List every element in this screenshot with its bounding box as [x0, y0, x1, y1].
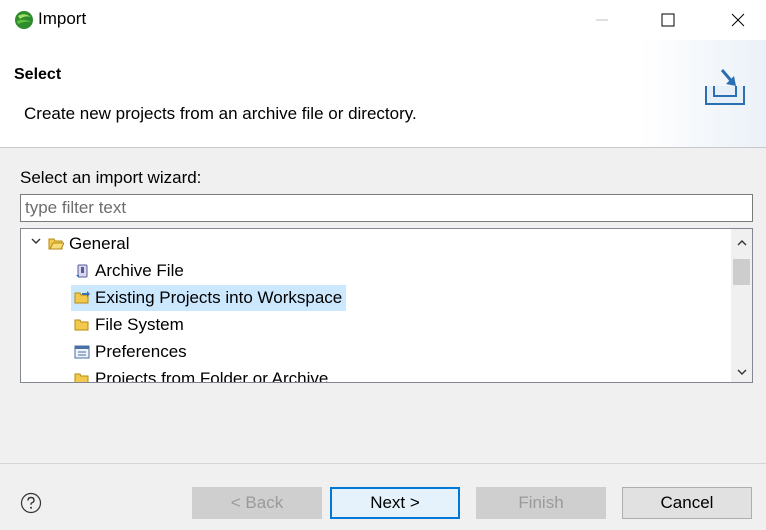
tree-item-label: Existing Projects into Workspace: [95, 288, 343, 307]
minimize-icon: [596, 19, 608, 21]
wizard-header: Select Create new projects from an archi…: [0, 40, 766, 148]
tree-scrollbar[interactable]: [731, 229, 752, 382]
preferences-icon: [73, 343, 91, 361]
wizard-list-label: Select an import wizard:: [20, 168, 202, 187]
chevron-down-icon: [31, 238, 41, 244]
tree-item-preferences[interactable]: Preferences: [73, 339, 187, 365]
help-button[interactable]: [20, 492, 42, 514]
tree-item-label: General: [69, 234, 130, 253]
archive-file-icon: [73, 262, 91, 280]
folder-icon: [73, 316, 91, 334]
finish-button[interactable]: Finish: [476, 487, 606, 519]
project-folder-icon: [73, 289, 91, 307]
title-bar: Import: [0, 0, 766, 40]
tree-item-label: Preferences: [95, 342, 187, 361]
maximize-button[interactable]: [644, 0, 692, 40]
tree-item-general[interactable]: General: [47, 231, 129, 257]
page-description: Create new projects from an archive file…: [24, 104, 417, 123]
import-tray-icon: [700, 64, 750, 110]
wizard-tree[interactable]: General Archive File Existing Projects i…: [20, 228, 753, 383]
close-button[interactable]: [714, 0, 762, 40]
tree-item-label: File System: [95, 315, 184, 334]
tree-expander[interactable]: [29, 233, 43, 249]
scroll-down-button[interactable]: [731, 362, 752, 382]
tree-item-file-system[interactable]: File System: [73, 312, 184, 338]
scroll-thumb[interactable]: [733, 259, 750, 285]
eclipse-sphere-icon: [14, 10, 34, 30]
maximize-icon: [661, 13, 675, 27]
filter-input[interactable]: [20, 194, 753, 222]
tree-item-label: Archive File: [95, 261, 184, 280]
footer-divider: [0, 463, 766, 464]
tree-item-projects-from-folder[interactable]: Projects from Folder or Archive: [73, 366, 329, 383]
next-button[interactable]: Next >: [330, 487, 460, 519]
tree-item-archive-file[interactable]: Archive File: [73, 258, 184, 284]
chevron-down-icon: [737, 369, 746, 375]
tree-item-label: Projects from Folder or Archive: [95, 369, 329, 383]
open-folder-icon: [47, 235, 65, 253]
close-icon: [731, 13, 745, 27]
cancel-button[interactable]: Cancel: [622, 487, 752, 519]
page-title: Select: [14, 66, 62, 83]
back-button[interactable]: < Back: [192, 487, 322, 519]
scroll-up-button[interactable]: [731, 233, 752, 253]
window-title: Import: [38, 9, 87, 28]
minimize-button[interactable]: [578, 0, 626, 40]
help-icon: [20, 492, 42, 514]
chevron-up-icon: [737, 240, 746, 246]
folder-icon: [73, 370, 91, 382]
tree-item-existing-projects[interactable]: Existing Projects into Workspace: [71, 285, 347, 311]
